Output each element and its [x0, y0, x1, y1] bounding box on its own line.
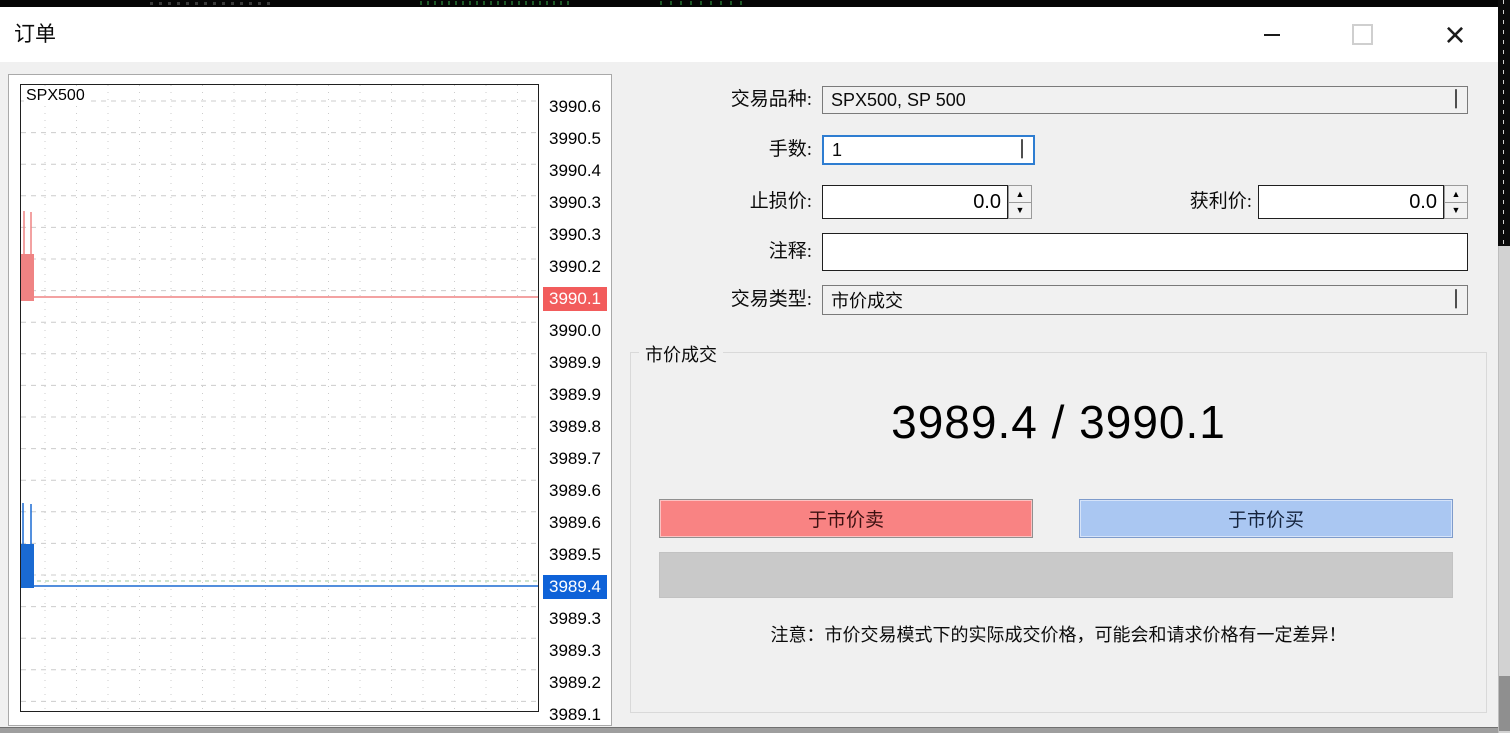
background-scrollbar-track	[1498, 246, 1510, 733]
price-scale-row: 3989.2	[543, 667, 611, 699]
price-scale-row: 3989.5	[543, 539, 611, 571]
buy-by-market-button[interactable]: 于市价买	[1079, 499, 1453, 538]
price-scale-row: 3989.4	[543, 571, 611, 603]
volume-value: 1	[824, 140, 842, 161]
spin-down-button[interactable]: ▼	[1008, 203, 1032, 220]
arrow-down-icon: ▼	[1016, 205, 1025, 215]
minimize-button[interactable]	[1239, 7, 1305, 62]
stoploss-label: 止损价:	[632, 185, 812, 219]
close-button[interactable]: ×	[1422, 7, 1488, 62]
market-execution-group: 市价成交 3989.4 / 3990.1 于市价卖 于市价买 注意：市价交易模式…	[630, 352, 1487, 713]
spin-down-button[interactable]: ▼	[1444, 203, 1468, 220]
bid-ask-quote: 3989.4 / 3990.1	[631, 395, 1486, 449]
price-scale-row: 3989.7	[543, 443, 611, 475]
price-scale-row: 3989.8	[543, 411, 611, 443]
price-scale: 3990.63990.53990.43990.33990.33990.23990…	[543, 91, 611, 726]
chevron-down-icon	[1021, 139, 1023, 157]
background-app-edge-top	[0, 0, 1510, 7]
price-scale-row: 3989.3	[543, 635, 611, 667]
price-scale-row: 3989.6	[543, 507, 611, 539]
background-app-edge-right	[1498, 0, 1510, 733]
price-scale-row: 3990.2	[543, 251, 611, 283]
title-bar: 订单 ×	[0, 7, 1498, 62]
symbol-select[interactable]: SPX500, SP 500	[822, 86, 1468, 114]
price-scale-row: 3990.4	[543, 155, 611, 187]
takeprofit-label: 获利价:	[1072, 185, 1252, 219]
comment-label: 注释:	[632, 233, 812, 271]
takeprofit-input[interactable]	[1258, 185, 1444, 219]
chevron-down-icon	[1455, 289, 1457, 307]
arrow-up-icon: ▲	[1452, 189, 1461, 199]
chevron-down-icon	[1455, 89, 1457, 107]
maximize-button[interactable]	[1329, 7, 1395, 62]
stoploss-input[interactable]	[822, 185, 1008, 219]
spin-up-button[interactable]: ▲	[1008, 185, 1032, 203]
order-dialog: 订单 × SPX500 3990.63990.53990.43990.33990…	[0, 0, 1510, 733]
price-scale-row: 3990.3	[543, 187, 611, 219]
arrow-up-icon: ▲	[1016, 189, 1025, 199]
symbol-label: 交易品种:	[632, 86, 812, 114]
spin-up-button[interactable]: ▲	[1444, 185, 1468, 203]
comment-input[interactable]	[822, 233, 1468, 271]
price-scale-row: 3989.1	[543, 699, 611, 726]
progress-bar	[659, 552, 1453, 598]
maximize-icon	[1352, 24, 1373, 45]
takeprofit-spinner: ▲ ▼	[1444, 185, 1468, 219]
price-scale-row: 3990.1	[543, 283, 611, 315]
window-title: 订单	[14, 7, 56, 62]
price-scale-row: 3990.0	[543, 315, 611, 347]
sell-by-market-button[interactable]: 于市价卖	[659, 499, 1033, 538]
price-scale-row: 3990.6	[543, 91, 611, 123]
background-chart-pixels	[660, 1, 750, 5]
tick-chart-svg	[21, 85, 538, 711]
volume-label: 手数:	[632, 135, 812, 165]
background-chart-pixels	[420, 1, 570, 5]
symbol-select-value: SPX500, SP 500	[823, 90, 966, 111]
price-scale-row: 3989.9	[543, 379, 611, 411]
price-scale-row: 3989.6	[543, 475, 611, 507]
background-app-edge-bottom	[0, 727, 1510, 733]
stoploss-spinner: ▲ ▼	[1008, 185, 1032, 219]
price-scale-row: 3989.3	[543, 603, 611, 635]
chart-symbol-label: SPX500	[24, 87, 87, 105]
minimize-icon	[1264, 34, 1280, 36]
type-label: 交易类型:	[632, 285, 812, 315]
background-chart-strip	[1498, 0, 1510, 246]
background-scrollbar-thumb	[1499, 676, 1510, 731]
price-scale-row: 3990.5	[543, 123, 611, 155]
close-icon: ×	[1444, 17, 1465, 53]
tick-chart-panel: SPX500 3990.63990.53990.43990.33990.3399…	[8, 74, 612, 726]
arrow-down-icon: ▼	[1452, 205, 1461, 215]
trade-type-select[interactable]: 市价成交	[822, 285, 1468, 315]
price-scale-row: 3989.9	[543, 347, 611, 379]
group-title: 市价成交	[639, 341, 723, 367]
price-scale-row: 3990.3	[543, 219, 611, 251]
notice-text: 注意：市价交易模式下的实际成交价格，可能会和请求价格有一定差异！	[631, 621, 1486, 647]
trade-type-value: 市价成交	[823, 287, 903, 313]
tick-chart-plot: SPX500	[20, 84, 539, 712]
volume-combobox[interactable]: 1	[822, 135, 1035, 165]
background-chart-pixels	[150, 2, 270, 5]
